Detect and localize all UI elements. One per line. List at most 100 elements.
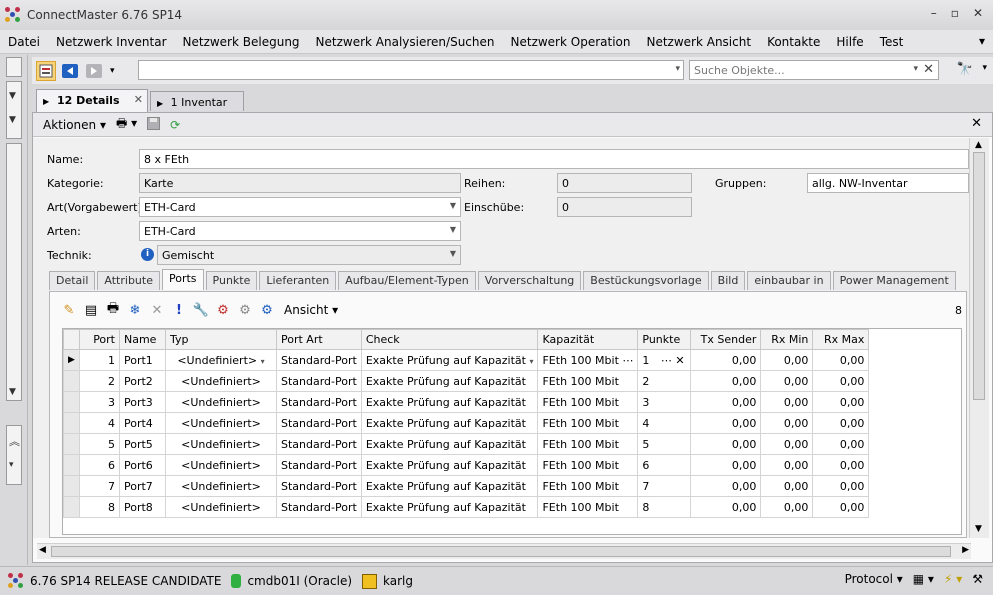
- cell-typ[interactable]: <Undefiniert>: [165, 412, 277, 434]
- menu-datei[interactable]: Datei: [0, 35, 48, 49]
- cell-typ[interactable]: <Undefiniert>: [165, 370, 277, 392]
- current-row-icon[interactable]: ▶: [63, 349, 80, 371]
- cell-name[interactable]: Port8: [119, 496, 166, 518]
- left-scroll-track[interactable]: [6, 143, 22, 401]
- tab-details[interactable]: ▶ 12 Details ✕: [36, 89, 148, 114]
- arten-select[interactable]: ETH-Card ▼: [139, 221, 461, 241]
- cell-punkte[interactable]: 6: [637, 454, 692, 476]
- clear-icon[interactable]: ✕: [675, 354, 684, 367]
- col-kapazitaet[interactable]: Kapazität: [537, 329, 639, 350]
- search-input[interactable]: Suche Objekte... ▾ ✕: [689, 60, 939, 80]
- refresh-icon[interactable]: ⟳: [170, 118, 180, 132]
- scroll-down-icon[interactable]: ▼: [9, 91, 16, 101]
- expand-up-icon[interactable]: ︽: [9, 433, 20, 449]
- cell-port-art[interactable]: Standard-Port: [276, 370, 362, 392]
- chevron-down-icon[interactable]: ▾: [261, 357, 265, 366]
- port-settings-icon[interactable]: ⚙: [256, 303, 278, 318]
- cell-port-art[interactable]: Standard-Port: [276, 391, 362, 413]
- exclamation-icon[interactable]: !: [168, 303, 190, 318]
- row-selector[interactable]: [63, 412, 80, 434]
- menu-netzwerk-ansicht[interactable]: Netzwerk Ansicht: [638, 35, 759, 49]
- row-selector[interactable]: [63, 475, 80, 497]
- view-menu[interactable]: Ansicht ▾: [284, 303, 338, 317]
- print-icon[interactable]: 🖶 ▾: [116, 114, 137, 135]
- scroll-down-icon[interactable]: ▼: [9, 115, 16, 125]
- scroll-right-icon[interactable]: ▶: [962, 545, 969, 555]
- cell-punkte[interactable]: 4: [637, 412, 692, 434]
- cell-punkte[interactable]: 3: [637, 391, 692, 413]
- cell-port[interactable]: 6: [79, 454, 120, 476]
- cell-rx-max[interactable]: 0,00: [812, 454, 870, 476]
- chevron-down-icon[interactable]: ▾: [675, 64, 680, 74]
- binoculars-icon[interactable]: 🔭: [957, 62, 973, 77]
- cell-punkte[interactable]: 7: [637, 475, 692, 497]
- cell-name[interactable]: Port4: [119, 412, 166, 434]
- cell-check[interactable]: Exakte Prüfung auf Kapazität: [360, 475, 539, 497]
- protocol-menu[interactable]: Protocol ▾: [845, 572, 903, 586]
- row-selector[interactable]: [63, 391, 80, 413]
- tab-lieferanten[interactable]: Lieferanten: [259, 271, 337, 290]
- close-window-icon[interactable]: ✕: [973, 6, 983, 20]
- chevron-down-icon[interactable]: ▼: [450, 225, 456, 234]
- cell-port[interactable]: 3: [79, 391, 120, 413]
- cell-check[interactable]: Exakte Prüfung auf Kapazität: [360, 412, 539, 434]
- menu-test[interactable]: Test: [872, 35, 912, 49]
- cell-rx-max[interactable]: 0,00: [812, 475, 870, 497]
- scroll-left-icon[interactable]: ◀: [39, 545, 46, 555]
- menu-netzwerk-analysieren[interactable]: Netzwerk Analysieren/Suchen: [308, 35, 503, 49]
- menu-netzwerk-inventar[interactable]: Netzwerk Inventar: [48, 35, 174, 49]
- cell-tx-sender[interactable]: 0,00: [690, 496, 762, 518]
- cell-name[interactable]: Port7: [119, 475, 166, 497]
- forward-icon[interactable]: [84, 61, 104, 81]
- cell-rx-max[interactable]: 0,00: [812, 349, 870, 371]
- cell-check[interactable]: Exakte Prüfung auf Kapazität: [360, 454, 539, 476]
- cell-check[interactable]: Exakte Prüfung auf Kapazität: [360, 391, 539, 413]
- chevron-down-icon[interactable]: ▾: [913, 64, 918, 74]
- menu-chevron-icon[interactable]: ▾: [979, 34, 985, 48]
- cell-tx-sender[interactable]: 0,00: [690, 391, 762, 413]
- art-select[interactable]: ETH-Card ▼: [139, 197, 461, 217]
- cell-tx-sender[interactable]: 0,00: [690, 412, 762, 434]
- minimize-icon[interactable]: –: [931, 6, 937, 20]
- cell-rx-max[interactable]: 0,00: [812, 391, 870, 413]
- cell-port-art[interactable]: Standard-Port: [276, 349, 362, 371]
- cell-rx-min[interactable]: 0,00: [760, 496, 814, 518]
- cell-typ[interactable]: <Undefiniert>: [165, 496, 277, 518]
- wrench-icon[interactable]: 🔧: [190, 303, 212, 318]
- cell-punkte[interactable]: 2: [637, 370, 692, 392]
- col-typ[interactable]: Typ: [165, 329, 277, 350]
- cell-rx-min[interactable]: 0,00: [760, 349, 814, 371]
- col-check[interactable]: Check: [360, 329, 539, 350]
- tab-vorverschaltung[interactable]: Vorverschaltung: [477, 271, 582, 290]
- layout-grid-icon[interactable]: ▦ ▾: [913, 572, 934, 586]
- cell-punkte[interactable]: 5: [637, 433, 692, 455]
- cell-port-art[interactable]: Standard-Port: [276, 496, 362, 518]
- cell-kapazitaet[interactable]: FEth 100 Mbit: [537, 433, 639, 455]
- table-row[interactable]: 4 Port4 <Undefiniert> Standard-Port Exak…: [63, 412, 870, 434]
- gruppen-field[interactable]: allg. NW-Inventar: [807, 173, 969, 193]
- cell-rx-max[interactable]: 0,00: [812, 496, 870, 518]
- cell-rx-max[interactable]: 0,00: [812, 433, 870, 455]
- ellipsis-icon[interactable]: ⋯: [622, 354, 633, 367]
- cell-port-art[interactable]: Standard-Port: [276, 475, 362, 497]
- save-icon[interactable]: [147, 116, 161, 133]
- cell-name[interactable]: Port6: [119, 454, 166, 476]
- vertical-scrollbar[interactable]: ▲ ▼: [969, 138, 989, 538]
- cell-name[interactable]: Port5: [119, 433, 166, 455]
- cell-port-art[interactable]: Standard-Port: [276, 454, 362, 476]
- table-row[interactable]: 5 Port5 <Undefiniert> Standard-Port Exak…: [63, 433, 870, 455]
- menu-kontakte[interactable]: Kontakte: [759, 35, 828, 49]
- actions-menu[interactable]: Aktionen ▾: [43, 118, 106, 132]
- cell-typ[interactable]: <Undefiniert>: [165, 433, 277, 455]
- cell-name[interactable]: Port1: [119, 349, 166, 371]
- port-remove-icon[interactable]: ⚙: [234, 303, 256, 318]
- tab-attribute[interactable]: Attribute: [97, 271, 160, 290]
- table-row[interactable]: 7 Port7 <Undefiniert> Standard-Port Exak…: [63, 475, 870, 497]
- pin-icon[interactable]: [6, 57, 22, 77]
- cell-check[interactable]: Exakte Prüfung auf Kapazität: [360, 496, 539, 518]
- col-tx-sender[interactable]: Tx Sender: [690, 329, 762, 350]
- cell-kapazitaet[interactable]: FEth 100 Mbit: [537, 370, 639, 392]
- scrollbar-thumb[interactable]: [51, 546, 951, 557]
- cell-kapazitaet[interactable]: FEth 100 Mbit ⋯: [537, 349, 639, 371]
- menu-hilfe[interactable]: Hilfe: [828, 35, 871, 49]
